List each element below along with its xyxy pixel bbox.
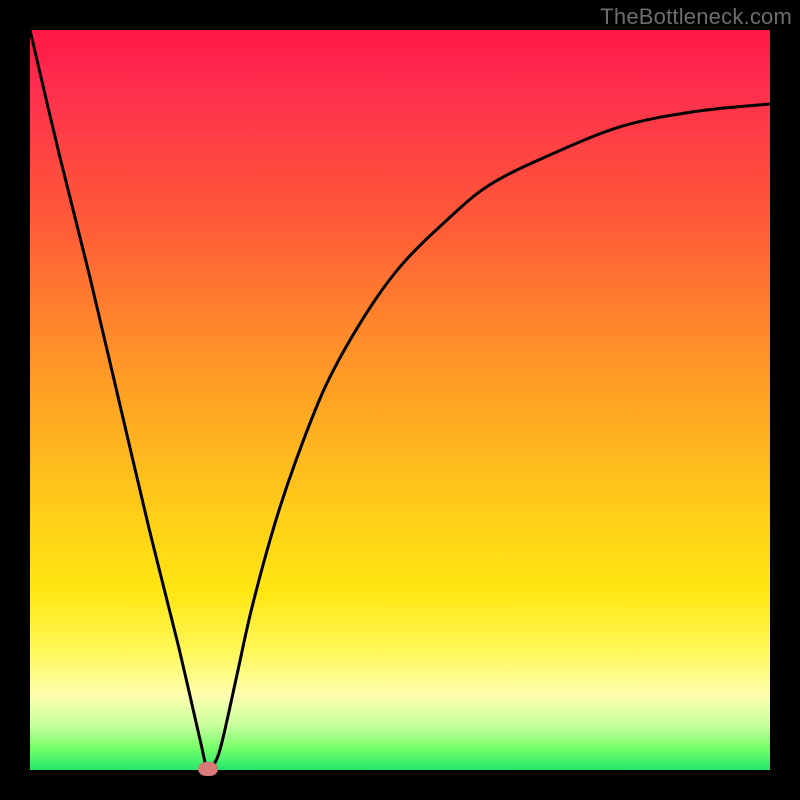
optimal-point-marker (198, 762, 218, 776)
plot-area (30, 30, 770, 770)
chart-frame: TheBottleneck.com (0, 0, 800, 800)
curve-path (30, 30, 770, 771)
bottleneck-curve (30, 30, 770, 770)
watermark-text: TheBottleneck.com (600, 4, 792, 30)
